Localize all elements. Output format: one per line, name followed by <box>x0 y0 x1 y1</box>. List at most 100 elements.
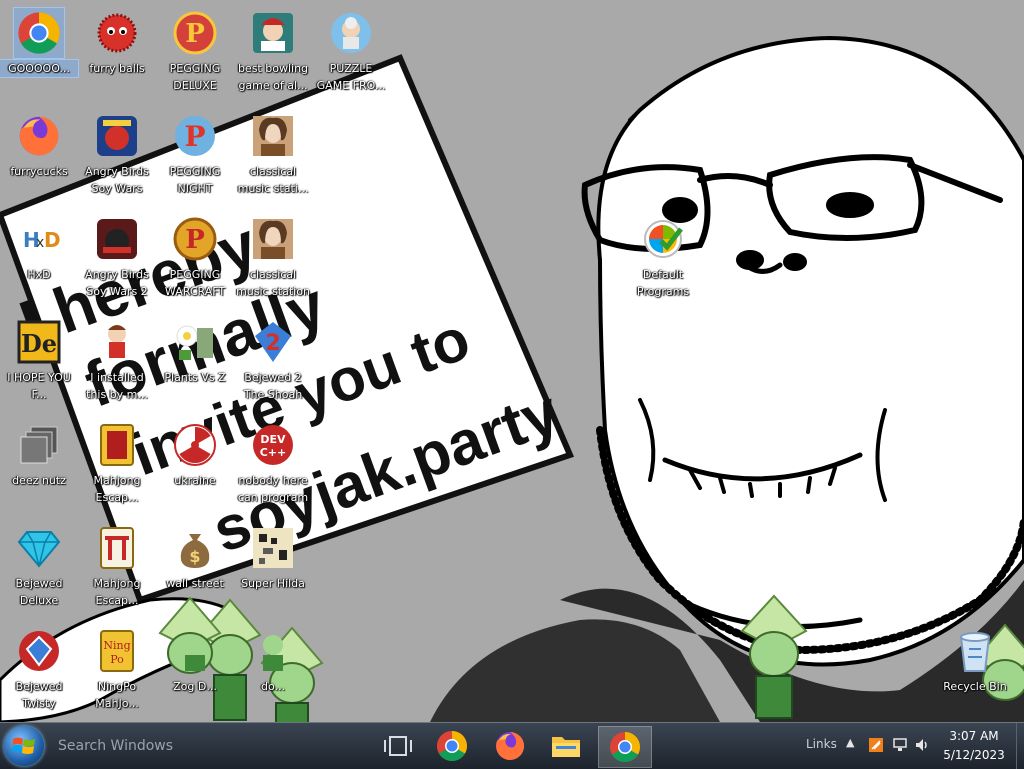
desktop-icon[interactable]: best bowling game of al... <box>234 4 312 104</box>
desktop-icon[interactable]: $ wall street <box>156 519 234 619</box>
svg-text:C++: C++ <box>260 446 287 459</box>
desktop-icon-label: Bejewed Deluxe <box>15 577 63 607</box>
desktop-icon-label: NingPo MahJo... <box>95 680 139 710</box>
stacked-windows-icon <box>14 420 64 470</box>
desktop-icon[interactable]: 2 Bejewed 2 The Shoah <box>234 313 312 413</box>
taskbar-file-explorer[interactable] <box>540 726 592 766</box>
network-icon[interactable] <box>892 737 908 753</box>
desktop-icon[interactable]: Recycle Bin <box>936 622 1014 722</box>
start-button[interactable] <box>4 726 44 766</box>
desktop-icon[interactable]: Mahjong Escap... <box>78 519 156 619</box>
desktop-icon[interactable]: GOOOOO... <box>0 4 79 104</box>
desktop-icon[interactable]: Mahjong Escap... <box>78 416 156 516</box>
svg-text:D: D <box>44 228 61 252</box>
svg-text:P: P <box>185 19 205 49</box>
dev-cpp-icon: DEV C++ <box>248 420 298 470</box>
desktop-icon[interactable]: Ning Po NingPo MahJo... <box>78 622 156 722</box>
desktop-icon-label: PUZZLE GAME FRO... <box>316 62 386 92</box>
desktop-icon[interactable]: ukraine <box>156 416 234 516</box>
desktop-icon[interactable]: P PEGGING NIGHT <box>156 107 234 207</box>
bejeweled-2-icon: 2 <box>248 317 298 367</box>
folder-icon <box>552 737 580 757</box>
clock-time: 3:07 AM <box>949 729 999 743</box>
desktop-icon[interactable]: P PEGGING WARCRAFT <box>156 210 234 310</box>
desktop-icon[interactable]: Hx D HxD <box>0 210 78 310</box>
svg-text:2: 2 <box>265 331 280 356</box>
desktop-icon-label: Mahjong Escap... <box>93 577 141 607</box>
desktop-icon[interactable]: De I HOPE YOU F... <box>0 313 78 413</box>
desktop-icon-label: Angry Birds Soy Wars <box>85 165 149 195</box>
svg-text:De: De <box>21 329 57 358</box>
svg-text:P: P <box>184 120 205 153</box>
desktop-icon[interactable]: I installed this by m... <box>78 313 156 413</box>
desktop-icon[interactable]: DEV C++ nobody here can program <box>234 416 312 516</box>
desktop-icon-label: classical music station <box>236 268 310 298</box>
desktop-icon-label: HxD <box>27 268 51 281</box>
ningpo-mahjong-icon: Ning Po <box>92 626 142 676</box>
clock[interactable]: 3:07 AM 5/12/2023 <box>936 727 1012 765</box>
svg-text:Ning: Ning <box>103 639 130 652</box>
mahjong-gate-icon <box>92 523 142 573</box>
desktop-icon-label: Mahjong Escap... <box>93 474 141 504</box>
desktop-icon-label: I HOPE YOU F... <box>7 371 71 401</box>
recycle-bin-icon <box>950 626 1000 676</box>
pegging-night-icon: P <box>170 111 220 161</box>
desktop-icon[interactable]: furrycucks <box>0 107 78 207</box>
taskbar-chrome-active[interactable] <box>598 726 652 768</box>
taskbar: Search Windows Links ▲ 3:07 AM 5/12/2023 <box>0 722 1024 769</box>
show-desktop-button[interactable] <box>1016 723 1024 769</box>
desktop-icon[interactable]: Zog D... <box>156 622 234 722</box>
chrome-icon <box>436 731 468 762</box>
desktop-icon-label: wall street <box>166 577 224 590</box>
desktop-icon[interactable]: deez nutz <box>0 416 78 516</box>
desktop-icon-label: Angry Birds Soy Wars 2 <box>85 268 149 298</box>
taskbar-firefox[interactable] <box>484 726 536 766</box>
desktop-icon[interactable]: furry balls <box>78 4 156 104</box>
desktop-icon-label: ukraine <box>174 474 216 487</box>
desktop-icon[interactable]: PUZZLE GAME FRO... <box>312 4 390 104</box>
links-toolbar[interactable]: Links <box>806 737 837 751</box>
desktop-icon[interactable]: Angry Birds Soy Wars <box>78 107 156 207</box>
chrome-icon <box>610 732 641 763</box>
de-app-icon: De <box>14 317 64 367</box>
show-hidden-icons-button[interactable]: ▲ <box>846 736 854 749</box>
desktop-icon[interactable]: classical music station <box>234 210 312 310</box>
desktop-icon-label: Plants Vs Z <box>164 371 226 384</box>
blue-diamond-icon <box>14 523 64 573</box>
desktop-icon-label: Zog D... <box>173 680 217 693</box>
desktop-icon-label: deez nutz <box>12 474 66 487</box>
desktop-icon[interactable]: do... <box>234 622 312 722</box>
desktop-icon-label: Default Programs <box>636 268 690 298</box>
red-fuzzy-ball-icon <box>92 8 142 58</box>
desktop-icon[interactable]: Bejewed Twisty <box>0 622 78 722</box>
character-icon <box>248 626 298 676</box>
desktop-icon[interactable]: P PEGGING DELUXE <box>156 4 234 104</box>
search-input[interactable]: Search Windows <box>58 732 358 760</box>
angry-birds-star-wars-2-icon <box>92 214 142 264</box>
volume-icon[interactable] <box>914 737 930 753</box>
desktop-icon[interactable]: Plants Vs Z <box>156 313 234 413</box>
default-programs-icon <box>638 214 688 264</box>
taskbar-chrome[interactable] <box>426 726 478 766</box>
desktop-icon-label: Recycle Bin <box>943 680 1007 693</box>
tray-app-icon[interactable] <box>868 737 884 753</box>
desktop-icon-label: furrycucks <box>10 165 68 178</box>
task-view-button[interactable] <box>372 726 424 766</box>
desktop-icon-label: nobody here can program <box>237 474 309 504</box>
desktop-icon[interactable]: Default Programs <box>624 210 702 310</box>
svg-text:$: $ <box>189 547 200 566</box>
desktop-icon[interactable]: Angry Birds Soy Wars 2 <box>78 210 156 310</box>
desktop-icon[interactable]: Super Hilda <box>234 519 312 619</box>
clock-date: 5/12/2023 <box>943 748 1005 762</box>
soyjak-face <box>581 35 1024 667</box>
desktop-icon-label: GOOOOO... <box>0 59 79 78</box>
pegging-logo-icon: P <box>170 8 220 58</box>
desktop-icon-label: PEGGING DELUXE <box>169 62 221 92</box>
desktop-icon[interactable]: Bejewed Deluxe <box>0 519 78 619</box>
radiation-icon <box>170 420 220 470</box>
firefox-icon <box>14 111 64 161</box>
angry-birds-star-wars-icon <box>92 111 142 161</box>
svg-text:Po: Po <box>110 653 124 666</box>
desktop-icon-label: Super Hilda <box>241 577 305 590</box>
desktop-icon[interactable]: classical music stati... <box>234 107 312 207</box>
